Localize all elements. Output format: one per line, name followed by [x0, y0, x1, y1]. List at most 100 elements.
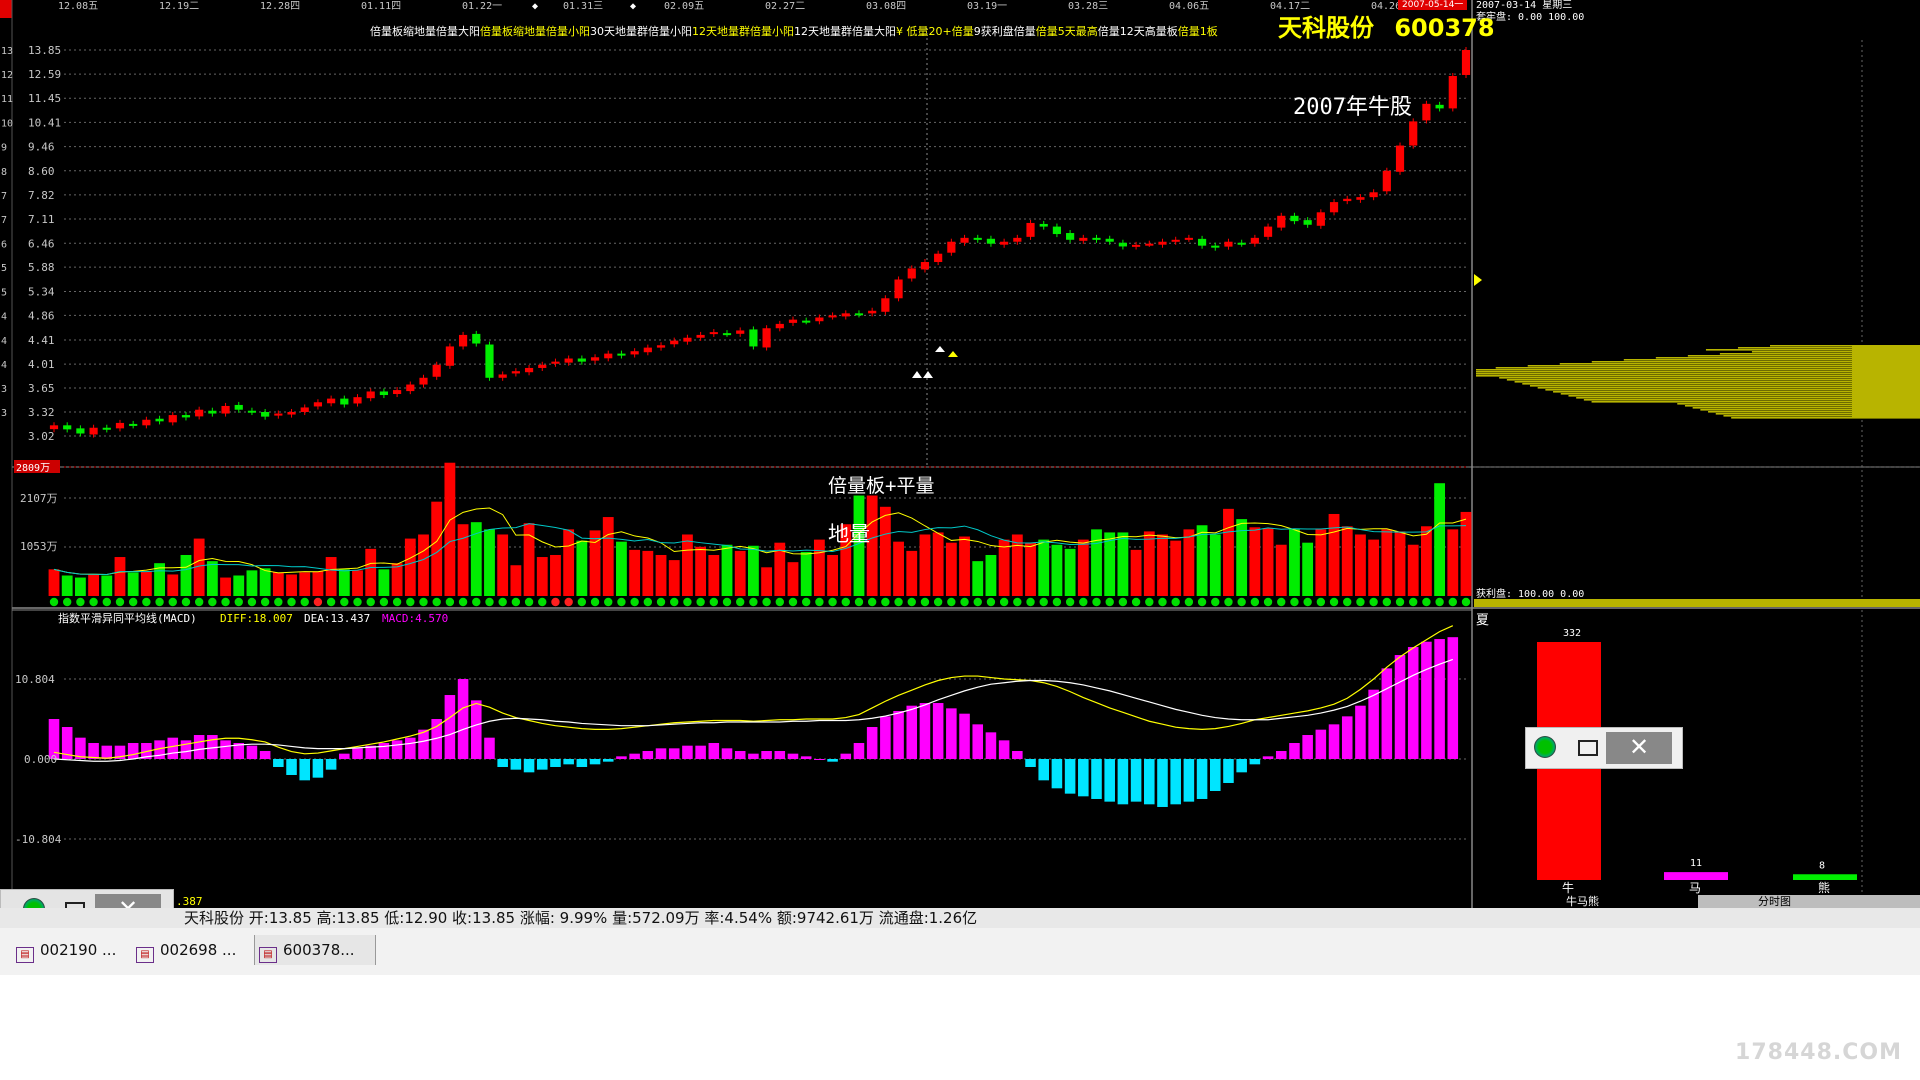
- candle: [89, 427, 98, 435]
- tab-intraday[interactable]: 分时图: [1758, 895, 1791, 908]
- candle: [656, 345, 666, 348]
- signal-dot: [973, 597, 982, 607]
- period-badge[interactable]: [0, 0, 12, 18]
- volume-bar: [906, 550, 918, 596]
- bull-bear-value: 11: [1690, 858, 1702, 869]
- macd-hist-bar: [787, 753, 799, 759]
- chip-profit-bar: [1474, 599, 1920, 607]
- edge-price-label: 7: [1, 215, 7, 226]
- signal-dot: [656, 597, 666, 607]
- edge-price-label: 4: [1, 311, 7, 322]
- price-label: 12.59: [28, 68, 61, 81]
- bull-bear-value: 332: [1563, 628, 1581, 639]
- macd-hist-bar: [642, 751, 654, 759]
- candle: [1184, 237, 1193, 240]
- candle: [129, 423, 138, 426]
- buy-marker: [923, 371, 933, 378]
- candle: [643, 347, 652, 353]
- signal-dot: [617, 597, 626, 607]
- volume-low-label: 1053万: [20, 540, 58, 553]
- date-label: 12.28四: [260, 1, 300, 12]
- tab-bull-bear[interactable]: 牛马熊: [1566, 894, 1599, 908]
- macd-hist-bar: [523, 759, 535, 773]
- candle: [630, 351, 639, 355]
- taskbar-item-600378[interactable]: ▤ 600378...: [254, 935, 376, 965]
- volume-bar: [1209, 534, 1221, 596]
- macd-hist-bar: [682, 745, 693, 759]
- taskbar-item-002190[interactable]: ▤ 002190 ...: [16, 935, 116, 965]
- annotation-vol-note: 倍量板+平量: [828, 475, 934, 497]
- bull-bear-tab-bar[interactable]: [1698, 895, 1920, 908]
- candle: [115, 422, 125, 429]
- candle: [775, 323, 784, 329]
- macd-hist-bar: [1394, 655, 1406, 759]
- candle: [419, 377, 428, 385]
- bull-bear-title: 夏: [1476, 613, 1489, 628]
- edge-price-label: 3: [1, 408, 7, 419]
- macd-hist-bar: [1078, 759, 1089, 797]
- signal-dot: [1435, 597, 1444, 607]
- macd-dea-label: DEA:13.437: [304, 612, 370, 625]
- signal-dot: [801, 597, 811, 607]
- chip-profit-label: 获利盘: 100.00 0.00: [1476, 587, 1584, 600]
- stock-chart-window: 12.08五 12.19二 12.28四 01.11四 01.22一 01.31三 02.0…: [0, 0, 1920, 975]
- signal-dot: [564, 597, 573, 607]
- price-label: 4.41: [28, 334, 55, 347]
- signal-dot: [722, 597, 732, 607]
- signal-dot: [1224, 597, 1233, 607]
- volume-bar: [378, 569, 390, 596]
- volume-bar: [312, 571, 324, 596]
- volume-bar: [998, 539, 1010, 596]
- price-label: 3.02: [28, 430, 55, 443]
- bull-bear-value: 8: [1819, 860, 1825, 871]
- signal-dot: [749, 597, 758, 607]
- maximize-icon[interactable]: [1578, 740, 1598, 756]
- volume-bar: [140, 571, 152, 596]
- signal-dot: [208, 597, 217, 607]
- signal-dot: [1158, 597, 1167, 607]
- volume-bar: [550, 554, 561, 596]
- macd-hist-bar: [695, 745, 706, 759]
- volume-bar: [365, 548, 377, 596]
- signal-dot: [234, 597, 243, 607]
- signal-dot: [960, 597, 969, 607]
- signal-dot: [419, 597, 428, 607]
- volume-bar: [352, 570, 363, 596]
- candle: [1158, 241, 1167, 245]
- close-icon[interactable]: ✕: [1606, 732, 1672, 764]
- candle: [1118, 242, 1127, 247]
- candle: [1066, 233, 1075, 240]
- macd-hist-bar: [668, 748, 680, 759]
- macd-hist-bar: [866, 727, 878, 759]
- macd-hist-bar: [259, 751, 271, 759]
- macd-hist-bar: [312, 759, 324, 778]
- signal-dot: [247, 597, 257, 607]
- macd-hist-bar: [1012, 751, 1023, 759]
- signal-dot: [736, 597, 745, 607]
- macd-hist-bar: [1091, 759, 1102, 799]
- date-label: 04.06五: [1169, 1, 1209, 12]
- volume-bar: [655, 554, 667, 596]
- candle: [261, 411, 270, 417]
- volume-bar: [1011, 534, 1023, 596]
- signal-dot: [1277, 597, 1286, 607]
- volume-bar: [206, 561, 218, 596]
- volume-bar: [787, 562, 799, 596]
- signal-dot: [472, 597, 481, 607]
- gear-icon[interactable]: [1534, 736, 1556, 758]
- candle: [934, 253, 943, 263]
- candle: [1290, 215, 1299, 222]
- macd-hist-bar: [1117, 759, 1129, 805]
- volume-bar: [1064, 548, 1076, 596]
- floating-window-right[interactable]: ✕: [1525, 727, 1683, 769]
- taskbar-item-002698[interactable]: ▤ 002698 ...: [136, 935, 236, 965]
- volume-bar: [1341, 526, 1353, 596]
- bull-bear-label: 牛: [1562, 880, 1574, 895]
- date-label: 02.09五: [664, 1, 704, 12]
- macd-level-low: -10.804: [15, 833, 62, 846]
- volume-bar: [404, 538, 416, 596]
- date-label: 12.19二: [159, 1, 199, 12]
- buy-marker: [935, 346, 945, 352]
- volume-bar: [1051, 544, 1063, 596]
- macd-hist-bar: [1275, 751, 1287, 759]
